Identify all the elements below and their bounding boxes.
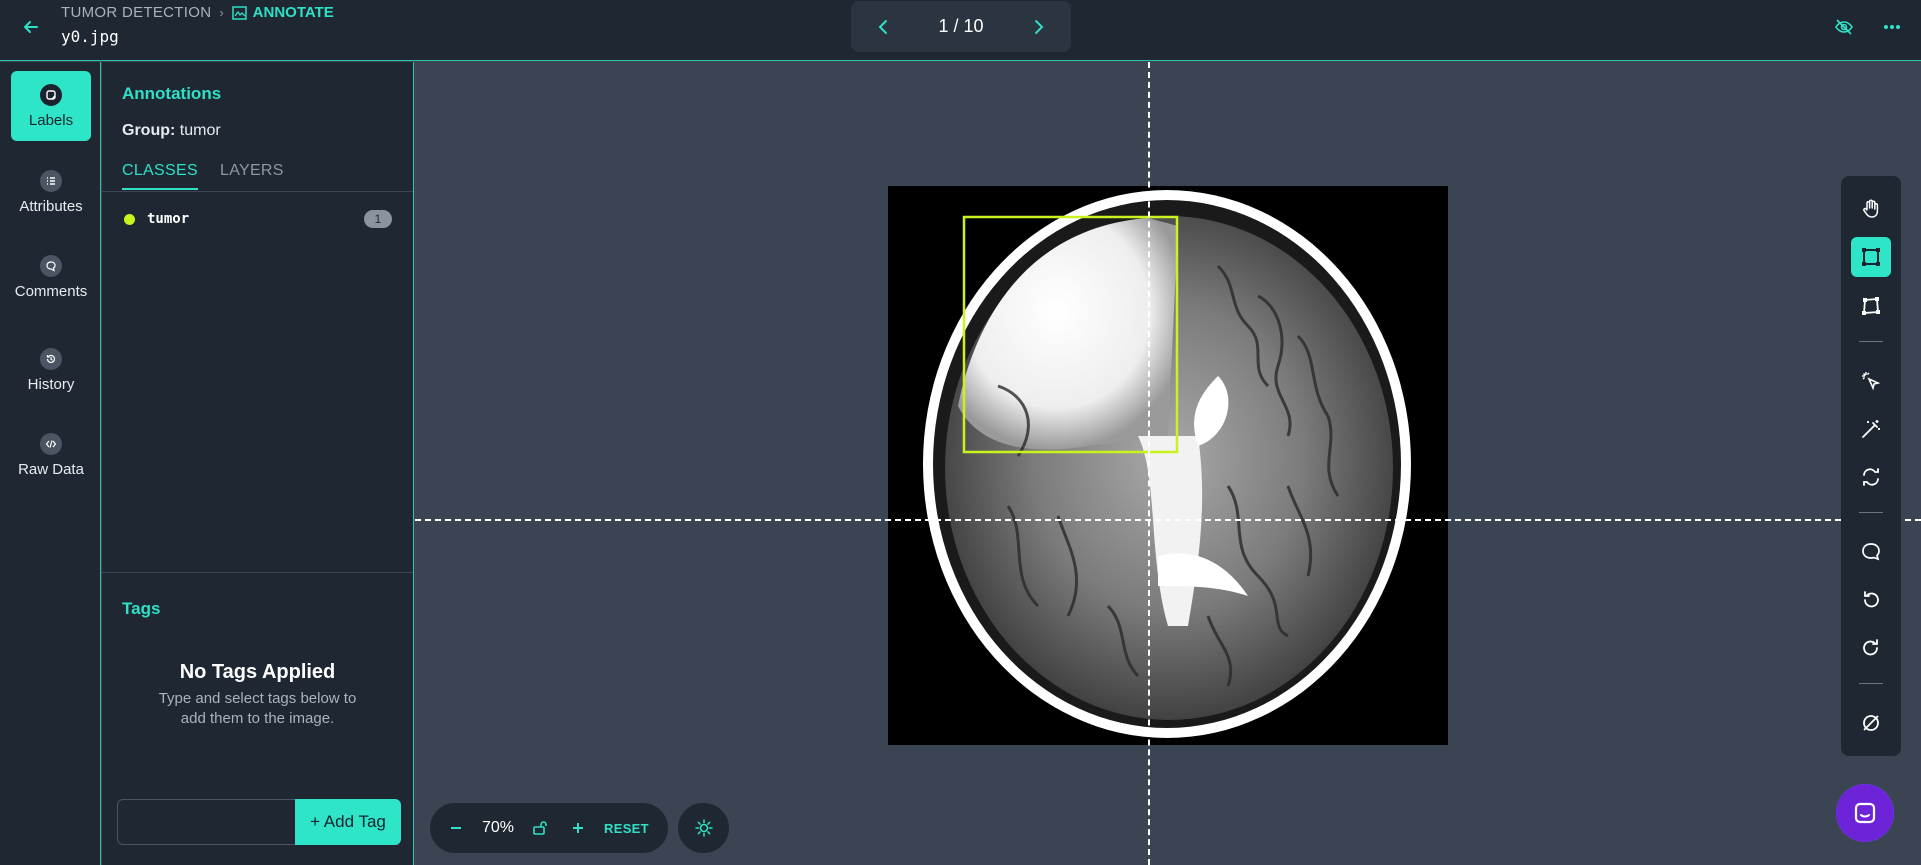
polygon-tool-icon[interactable] (1851, 286, 1891, 326)
zoom-out-button[interactable] (444, 816, 468, 840)
chat-icon (1836, 784, 1894, 842)
group-label: Group: (122, 122, 176, 139)
zoom-level: 70% (482, 819, 515, 836)
rail-item-attributes[interactable]: Attributes (11, 157, 91, 227)
reset-zoom-button[interactable]: RESET (604, 821, 649, 836)
list-icon (40, 169, 62, 192)
tags-title: Tags (122, 599, 161, 618)
toolbar-divider (1859, 341, 1883, 342)
brightness-icon (694, 819, 713, 837)
group-value: tumor (179, 122, 221, 139)
rail-label: Raw Data (18, 460, 84, 478)
add-tag-button[interactable]: + Add Tag (295, 799, 401, 845)
interpolate-tool-icon[interactable] (1851, 457, 1891, 497)
rail-label: Attributes (19, 197, 83, 215)
unlock-icon (533, 821, 547, 835)
magic-wand-tool-icon[interactable] (1851, 409, 1891, 449)
minus-icon (451, 827, 461, 829)
smart-select-tool-icon[interactable] (1851, 361, 1891, 401)
zoom-controls: 70% RESET (430, 803, 668, 853)
breadcrumb-annotate: ANNOTATE (231, 4, 334, 21)
undo-icon[interactable] (1851, 580, 1891, 620)
mri-brain-image[interactable] (888, 186, 1448, 745)
pager-position: 1 / 10 (938, 16, 984, 36)
history-icon (40, 347, 62, 370)
clear-annotations-icon[interactable] (1851, 703, 1891, 743)
pan-tool-hand-icon[interactable] (1851, 189, 1891, 229)
file-name: y0.jpg (61, 27, 119, 46)
next-image-button[interactable] (1025, 13, 1053, 41)
rail-item-raw-data[interactable]: Raw Data (11, 420, 91, 490)
crosshair-horizontal (415, 519, 1921, 521)
back-arrow-icon[interactable] (18, 14, 44, 40)
bounding-box-tool-icon[interactable] (1851, 237, 1891, 277)
top-bar: TUMOR DETECTION › ANNOTATE y0.jpg 1 / 10 (0, 0, 1921, 61)
breadcrumb: TUMOR DETECTION › ANNOTATE (61, 4, 334, 21)
left-nav-rail: Labels Attributes Comments History Raw D… (0, 62, 101, 865)
tab-layers[interactable]: LAYERS (220, 162, 284, 180)
tags-section: Tags No Tags Applied Type and select tag… (102, 572, 413, 865)
rail-label: Labels (28, 111, 74, 129)
brightness-button[interactable] (678, 803, 729, 853)
rail-item-history[interactable]: History (11, 335, 91, 405)
more-options-icon[interactable] (1881, 16, 1903, 38)
tag-input[interactable] (117, 799, 297, 845)
rail-label: Comments (14, 282, 88, 300)
rail-label: History (27, 375, 75, 393)
breadcrumb-mode: ANNOTATE (252, 4, 334, 21)
tab-classes[interactable]: CLASSES (122, 162, 198, 190)
class-color-dot (124, 213, 135, 225)
toolbar-divider (1859, 512, 1883, 513)
annotate-icon (231, 5, 247, 20)
class-item-tumor[interactable]: tumor 1 (124, 206, 392, 232)
plus-icon (573, 823, 584, 833)
code-icon (40, 432, 62, 455)
comment-tool-icon[interactable] (1851, 532, 1891, 572)
group-line: Group: tumor (122, 122, 221, 140)
tags-empty-text: Type and select tags below to add them t… (158, 690, 357, 727)
toolbar-divider (1859, 683, 1883, 684)
breadcrumb-project[interactable]: TUMOR DETECTION (61, 4, 211, 21)
panel-title: Annotations (122, 84, 222, 103)
top-right-actions (1833, 16, 1903, 38)
class-count-badge: 1 (364, 210, 392, 228)
zoom-in-button[interactable] (566, 816, 590, 840)
hide-annotations-icon[interactable] (1833, 16, 1855, 38)
panel-tabs: CLASSES LAYERS (102, 158, 413, 192)
support-chat-button[interactable] (1836, 784, 1894, 842)
tags-empty-title: No Tags Applied (179, 661, 336, 683)
class-name: tumor (147, 211, 190, 227)
rail-item-comments[interactable]: Comments (11, 242, 91, 312)
crosshair-vertical (1148, 62, 1150, 865)
previous-image-button[interactable] (869, 13, 897, 41)
lock-zoom-button[interactable] (528, 816, 552, 840)
annotations-panel: Annotations Group: tumor CLASSES LAYERS … (102, 62, 414, 865)
image-pager: 1 / 10 (851, 1, 1071, 52)
chevron-right-icon (1034, 19, 1044, 34)
chevron-left-icon (878, 19, 887, 34)
breadcrumb-separator: › (219, 5, 224, 20)
redo-icon[interactable] (1851, 628, 1891, 668)
label-icon (40, 83, 62, 106)
tools-toolbar (1841, 176, 1901, 756)
comment-icon (40, 254, 62, 277)
rail-item-labels[interactable]: Labels (11, 71, 91, 141)
